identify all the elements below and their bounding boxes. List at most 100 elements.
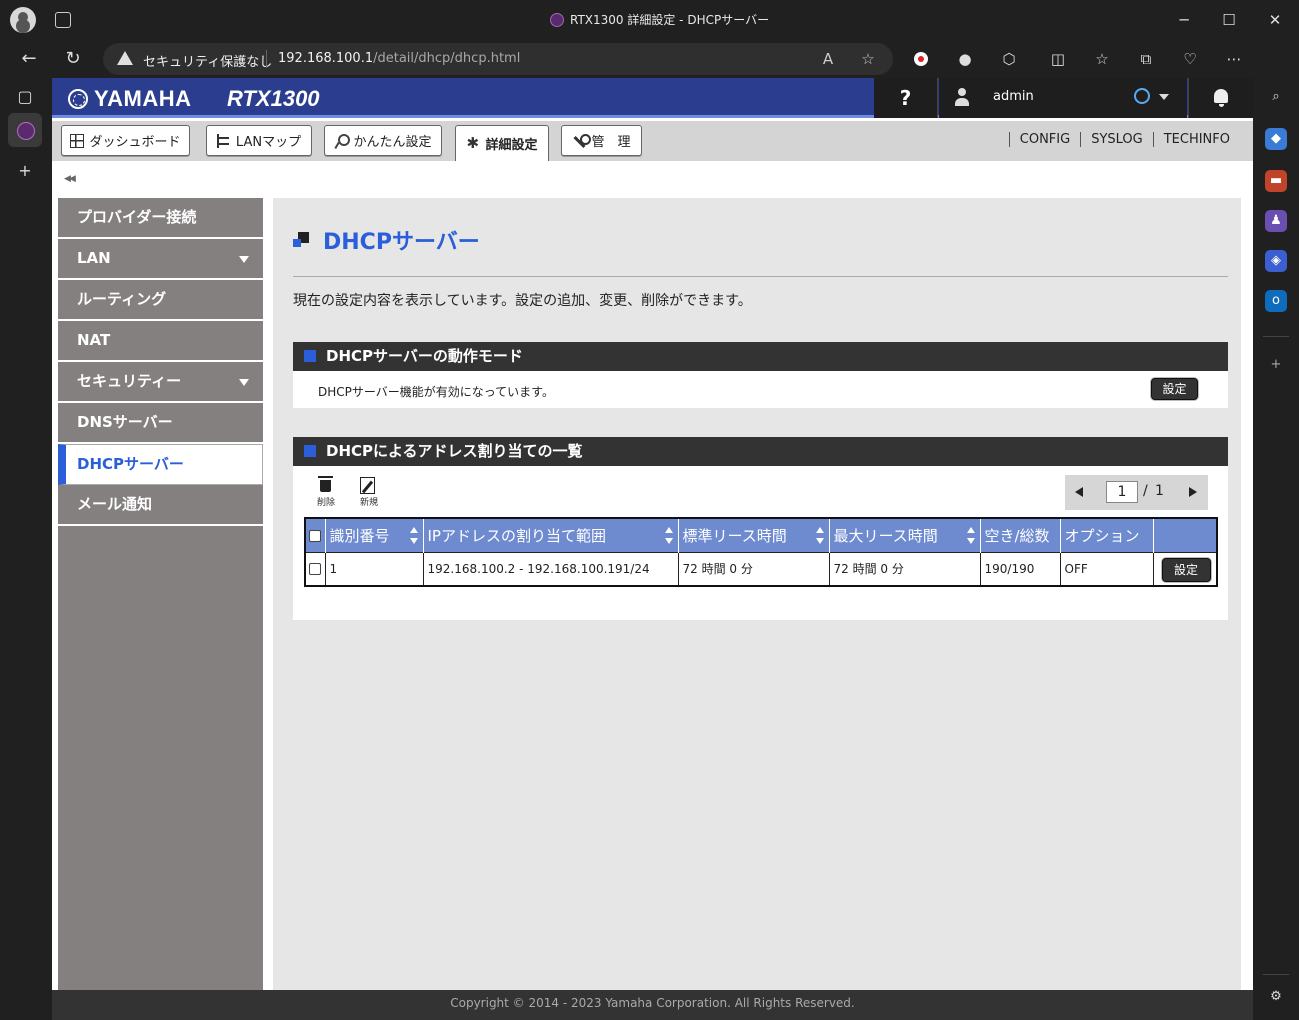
favorites-icon[interactable]: ☆: [1090, 47, 1114, 71]
sidebar-item-mail[interactable]: メール通知: [58, 485, 263, 526]
sort-icon[interactable]: [966, 527, 975, 545]
new-tab-icon[interactable]: +: [14, 160, 36, 182]
sort-icon[interactable]: [664, 527, 673, 545]
back-icon[interactable]: ←: [17, 47, 41, 71]
top-links: CONFIG SYSLOG TECHINFO: [1008, 132, 1240, 147]
sidebar-item-nat[interactable]: NAT: [58, 321, 263, 362]
sidebar-menu: プロバイダー接続 LAN ルーティング NAT セキュリティー DNSサーバー …: [58, 198, 263, 1020]
browser-essentials-icon[interactable]: ♡: [1178, 47, 1202, 71]
outlook-icon[interactable]: o: [1265, 290, 1287, 312]
more-menu-icon[interactable]: ⋯: [1222, 47, 1246, 71]
notification-bell-icon[interactable]: [1188, 78, 1253, 118]
tab-easy-setup[interactable]: かんたん設定: [324, 125, 442, 156]
extension-icon[interactable]: ●: [953, 47, 977, 71]
tab-management[interactable]: 管 理: [561, 125, 642, 156]
active-tab[interactable]: [8, 113, 42, 147]
url-input[interactable]: セキュリティ保護なし 192.168.100.1/detail/dhcp/dhc…: [103, 43, 893, 75]
prev-page-icon[interactable]: [1075, 487, 1083, 497]
sidebar-item-provider[interactable]: プロバイダー接続: [58, 198, 263, 239]
row-settings-button[interactable]: 設定: [1161, 557, 1211, 582]
cell-lease: 72 時間 0 分: [678, 551, 830, 586]
techinfo-link[interactable]: TECHINFO: [1152, 132, 1240, 147]
page-number-input[interactable]: 1: [1106, 481, 1138, 503]
copilot-sidebar-icon[interactable]: ◈: [1265, 250, 1287, 272]
chevron-down-icon: [239, 379, 249, 386]
next-page-icon[interactable]: [1189, 487, 1197, 497]
dhcp-table: 識別番号 IPアドレスの割り当て範囲 標準リース時間 最大リース時間 空き/総数…: [304, 517, 1218, 587]
tools-icon[interactable]: ▬: [1265, 170, 1287, 192]
mode-panel: DHCPサーバーの動作モード DHCPサーバー機能が有効になっています。 設定: [293, 342, 1228, 408]
profile-icon[interactable]: [10, 7, 36, 33]
tab-dashboard[interactable]: ダッシュボード: [61, 125, 190, 156]
maximize-icon[interactable]: ☐: [1217, 8, 1241, 32]
chevron-down-icon[interactable]: [1159, 94, 1169, 100]
collections-icon[interactable]: ⧉: [1134, 47, 1158, 71]
select-all-cell: [305, 518, 326, 552]
column-lease[interactable]: 標準リース時間: [678, 518, 830, 552]
username: admin: [993, 89, 1034, 104]
tab-advanced-settings[interactable]: 詳細設定: [455, 125, 549, 161]
refresh-icon[interactable]: ↻: [61, 47, 85, 71]
column-id[interactable]: 識別番号: [325, 518, 424, 552]
sidebar-item-lan[interactable]: LAN: [58, 239, 263, 280]
favicon-icon: [550, 12, 564, 27]
sidebar-item-security[interactable]: セキュリティー: [58, 362, 263, 403]
column-range[interactable]: IPアドレスの割り当て範囲: [423, 518, 679, 552]
column-option: オプション: [1060, 518, 1154, 552]
main-tabs: ダッシュボード LANマップ かんたん設定 詳細設定 管 理 CONFIG SY…: [52, 121, 1253, 161]
close-icon[interactable]: ✕: [1263, 8, 1287, 32]
select-all-checkbox[interactable]: [309, 529, 321, 542]
settings-gear-icon[interactable]: ⚙: [1265, 986, 1287, 1008]
shopping-tag-icon[interactable]: ◆: [1265, 128, 1287, 150]
edge-sidebar: ⌕ ◆ ▬ ♟ ◈ o + ⚙: [1253, 78, 1299, 1020]
mode-settings-button[interactable]: 設定: [1151, 378, 1198, 400]
tab-actions-icon[interactable]: ▢: [14, 86, 36, 108]
cell-action: 設定: [1153, 551, 1218, 586]
yamaha-tuning-fork-icon: [68, 89, 88, 109]
user-menu[interactable]: admin: [939, 78, 1187, 118]
add-icon[interactable]: +: [1265, 354, 1287, 376]
trash-icon: [311, 475, 341, 495]
list-panel: DHCPによるアドレス割り当ての一覧 削除 新規 1 / 1 識別番号 IPアド…: [293, 437, 1228, 620]
security-label[interactable]: セキュリティ保護なし: [143, 51, 272, 70]
sort-icon[interactable]: [409, 527, 418, 545]
sort-icon[interactable]: [815, 527, 824, 545]
router-header: YAMAHA RTX1300 ? admin: [52, 78, 1253, 118]
extensions-puzzle-icon[interactable]: ⬡: [997, 47, 1021, 71]
sidebar-collapse-button[interactable]: ◀◀: [64, 174, 76, 184]
address-bar-row: ← ↻ セキュリティ保護なし 192.168.100.1/detail/dhcp…: [0, 40, 1299, 112]
cell-free-total: 190/190: [980, 551, 1061, 586]
split-screen-icon[interactable]: ◫: [1046, 47, 1070, 71]
pagination: 1 / 1: [1065, 475, 1208, 510]
help-button[interactable]: ?: [874, 78, 938, 118]
column-max-lease[interactable]: 最大リース時間: [829, 518, 981, 552]
record-icon[interactable]: [909, 47, 933, 71]
config-link[interactable]: CONFIG: [1008, 132, 1080, 147]
minimize-icon[interactable]: ─: [1172, 8, 1196, 32]
gear-icon: [466, 134, 480, 152]
syslog-link[interactable]: SYSLOG: [1080, 132, 1153, 147]
row-checkbox[interactable]: [309, 563, 321, 576]
page-description: 現在の設定内容を表示しています。設定の追加、変更、削除ができます。: [293, 293, 752, 309]
edit-new-icon: [354, 475, 384, 495]
new-button[interactable]: 新規: [354, 475, 384, 508]
url-text: 192.168.100.1/detail/dhcp/dhcp.html: [278, 51, 521, 66]
games-icon[interactable]: ♟: [1265, 210, 1287, 232]
delete-button[interactable]: 削除: [311, 475, 341, 508]
cell-range: 192.168.100.2 - 192.168.100.191/24: [423, 551, 679, 586]
page-footer: Copyright © 2014 - 2023 Yamaha Corporati…: [52, 990, 1253, 1020]
yamaha-logo: YAMAHA: [68, 86, 192, 112]
tab-lan-map[interactable]: LANマップ: [206, 125, 312, 156]
read-aloud-icon[interactable]: A: [817, 48, 839, 70]
mode-heading: DHCPサーバーの動作モード: [293, 342, 1228, 371]
column-free-total: 空き/総数: [980, 518, 1061, 552]
sidebar-item-dns[interactable]: DNSサーバー: [58, 403, 263, 444]
favorite-star-icon[interactable]: ☆: [857, 48, 879, 70]
divider: [1263, 974, 1289, 975]
vertical-tabs-rail: ▢ +: [0, 78, 52, 1020]
search-icon[interactable]: ⌕: [1265, 86, 1287, 108]
sidebar-item-routing[interactable]: ルーティング: [58, 280, 263, 321]
sidebar-item-dhcp[interactable]: DHCPサーバー: [58, 444, 263, 485]
cell-option: OFF: [1060, 551, 1154, 586]
workspaces-icon[interactable]: [55, 12, 71, 28]
